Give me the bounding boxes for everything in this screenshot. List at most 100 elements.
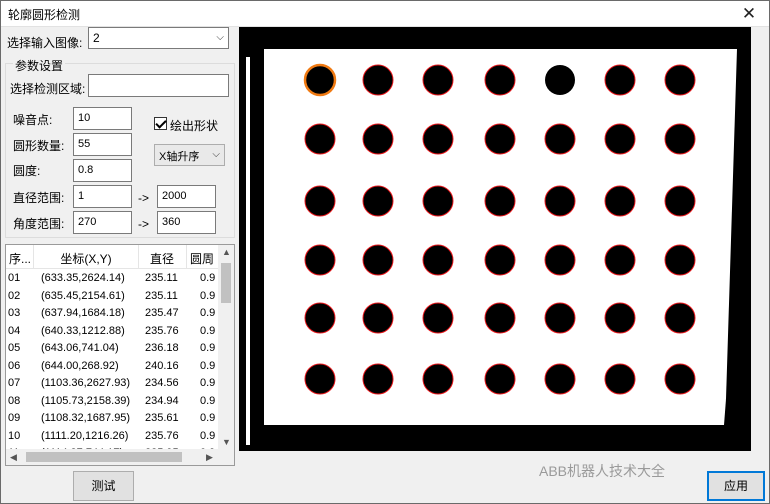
table-header: 序... 坐标(X,Y) 直径 圆周 bbox=[6, 245, 220, 269]
sort-select[interactable]: X轴升序 ⌵ bbox=[154, 144, 225, 166]
diameter-arrow: -> bbox=[138, 191, 150, 205]
cell-diameter: 235.11 bbox=[145, 272, 178, 284]
cell-diameter: 236.18 bbox=[145, 342, 179, 354]
roundness-input[interactable]: 0.8 bbox=[73, 159, 132, 182]
close-icon[interactable]: ✕ bbox=[739, 4, 759, 24]
angle-arrow: -> bbox=[138, 217, 150, 231]
cell-diameter: 235.47 bbox=[145, 307, 179, 319]
input-image-select[interactable]: 2 ⌵ bbox=[88, 27, 229, 49]
detected-circle bbox=[362, 302, 394, 334]
results-table[interactable]: 序... 坐标(X,Y) 直径 圆周 01 (633.35,2624.14) 235… bbox=[5, 244, 235, 466]
table-row[interactable]: 08 (1105.73,2158.39) 234.94 0.9 bbox=[6, 393, 220, 410]
column-header-index[interactable]: 序... bbox=[8, 250, 32, 267]
detected-circle bbox=[362, 185, 394, 217]
region-label: 选择检测区域: bbox=[10, 82, 86, 96]
roundness-label: 圆度: bbox=[13, 164, 41, 178]
cell-index: 08 bbox=[8, 394, 21, 407]
diameter-max-input[interactable]: 2000 bbox=[157, 185, 216, 208]
table-row[interactable]: 04 (640.33,1212.88) 235.76 0.9 bbox=[6, 323, 220, 340]
sort-value: X轴升序 bbox=[159, 151, 200, 163]
draw-shape-checkbox[interactable] bbox=[154, 117, 167, 130]
detected-circle bbox=[544, 185, 576, 217]
detected-circle bbox=[304, 302, 336, 334]
diameter-label: 直径范围: bbox=[13, 191, 65, 205]
region-input[interactable] bbox=[88, 74, 229, 97]
detected-circle bbox=[422, 244, 454, 276]
cell-coord: (1108.32,1687.95) bbox=[41, 412, 131, 424]
apply-button[interactable]: 应用 bbox=[707, 471, 765, 501]
cell-roundness: 0.9 bbox=[200, 359, 216, 372]
detected-circle bbox=[664, 123, 696, 155]
detected-circle bbox=[304, 185, 336, 217]
count-input[interactable]: 55 bbox=[73, 133, 132, 156]
column-header-roundness[interactable]: 圆周 bbox=[190, 250, 220, 267]
undetected-circle bbox=[545, 65, 575, 95]
detected-circle bbox=[362, 244, 394, 276]
cell-diameter: 235.76 bbox=[145, 324, 179, 337]
detected-circle bbox=[304, 244, 336, 276]
cell-roundness: 0.9 bbox=[200, 342, 216, 354]
detected-circle bbox=[484, 363, 516, 395]
cell-index: 09 bbox=[8, 412, 21, 424]
table-row[interactable]: 05 (643.06,741.04) 236.18 0.9 bbox=[6, 340, 220, 357]
params-group-title: 参数设置 bbox=[13, 57, 66, 74]
image-preview[interactable] bbox=[239, 27, 751, 451]
detected-circle bbox=[422, 363, 454, 395]
scroll-down-icon[interactable]: ▼ bbox=[222, 437, 231, 447]
horizontal-scrollbar[interactable]: ◀ ▶ bbox=[6, 449, 234, 465]
detected-circle bbox=[422, 123, 454, 155]
vertical-scroll-thumb[interactable] bbox=[221, 263, 231, 303]
window-title: 轮廓圆形检测 bbox=[8, 8, 81, 22]
cell-diameter: 235.61 bbox=[145, 412, 179, 424]
detected-circle bbox=[362, 123, 394, 155]
cell-coord: (1103.36,2627.93) bbox=[41, 377, 131, 389]
cell-roundness: 0.9 bbox=[200, 412, 216, 424]
detected-circle bbox=[664, 302, 696, 334]
watermark-text: ABB机器人技术大全 bbox=[539, 463, 666, 479]
draw-shape-label: 绘出形状 bbox=[170, 119, 219, 133]
table-row[interactable]: 10 (1111.20,1216.26) 235.76 0.9 bbox=[6, 428, 220, 445]
detected-circle bbox=[544, 302, 576, 334]
detected-circle bbox=[664, 244, 696, 276]
table-row[interactable]: 09 (1108.32,1687.95) 235.61 0.9 bbox=[6, 410, 220, 427]
detected-circle bbox=[362, 363, 394, 395]
detected-circle bbox=[604, 64, 636, 96]
scroll-up-icon[interactable]: ▲ bbox=[222, 247, 231, 257]
detected-circle bbox=[484, 244, 516, 276]
cell-index: 03 bbox=[8, 307, 21, 319]
cell-coord: (1105.73,2158.39) bbox=[41, 394, 131, 407]
angle-max-input[interactable]: 360 bbox=[157, 211, 216, 234]
column-header-diameter[interactable]: 直径 bbox=[140, 250, 184, 267]
cell-roundness: 0.9 bbox=[200, 272, 216, 284]
dialog-window: 轮廓圆形检测 ✕ 选择输入图像: 2 ⌵ 参数设置 选择检测区域: 噪音点: 1… bbox=[0, 0, 770, 504]
table-row[interactable]: 02 (635.45,2154.61) 235.11 0.9 bbox=[6, 288, 220, 305]
angle-min-input[interactable]: 270 bbox=[73, 211, 132, 234]
scroll-left-icon[interactable]: ◀ bbox=[10, 452, 17, 463]
detected-circle bbox=[664, 64, 696, 96]
noise-label: 噪音点: bbox=[13, 113, 53, 127]
noise-input[interactable]: 10 bbox=[73, 107, 132, 130]
title-bar: 轮廓圆形检测 ✕ bbox=[1, 1, 769, 27]
detected-circle bbox=[604, 123, 636, 155]
cell-diameter: 234.56 bbox=[145, 377, 179, 389]
cell-diameter: 240.16 bbox=[145, 359, 179, 372]
table-row[interactable]: 07 (1103.36,2627.93) 234.56 0.9 bbox=[6, 375, 220, 392]
column-header-coord[interactable]: 坐标(X,Y) bbox=[36, 250, 136, 267]
detected-circle bbox=[422, 64, 454, 96]
scroll-right-icon[interactable]: ▶ bbox=[206, 452, 213, 463]
table-row[interactable]: 06 (644.00,268.92) 240.16 0.9 bbox=[6, 358, 220, 375]
cell-coord: (635.45,2154.61) bbox=[41, 289, 125, 302]
table-row[interactable]: 01 (633.35,2624.14) 235.11 0.9 bbox=[6, 270, 220, 287]
test-button[interactable]: 测试 bbox=[73, 471, 134, 501]
chevron-down-icon: ⌵ bbox=[216, 32, 224, 43]
table-row[interactable]: 03 (637.94,1684.18) 235.47 0.9 bbox=[6, 305, 220, 322]
input-image-value: 2 bbox=[93, 31, 100, 45]
diameter-min-input[interactable]: 1 bbox=[73, 185, 132, 208]
cell-coord: (640.33,1212.88) bbox=[41, 324, 125, 337]
detected-circle bbox=[604, 363, 636, 395]
horizontal-scroll-thumb[interactable] bbox=[26, 452, 182, 462]
detected-circle bbox=[484, 185, 516, 217]
detected-circle bbox=[664, 185, 696, 217]
detected-circle bbox=[484, 123, 516, 155]
vertical-scrollbar[interactable]: ▲ ▼ bbox=[218, 245, 234, 451]
